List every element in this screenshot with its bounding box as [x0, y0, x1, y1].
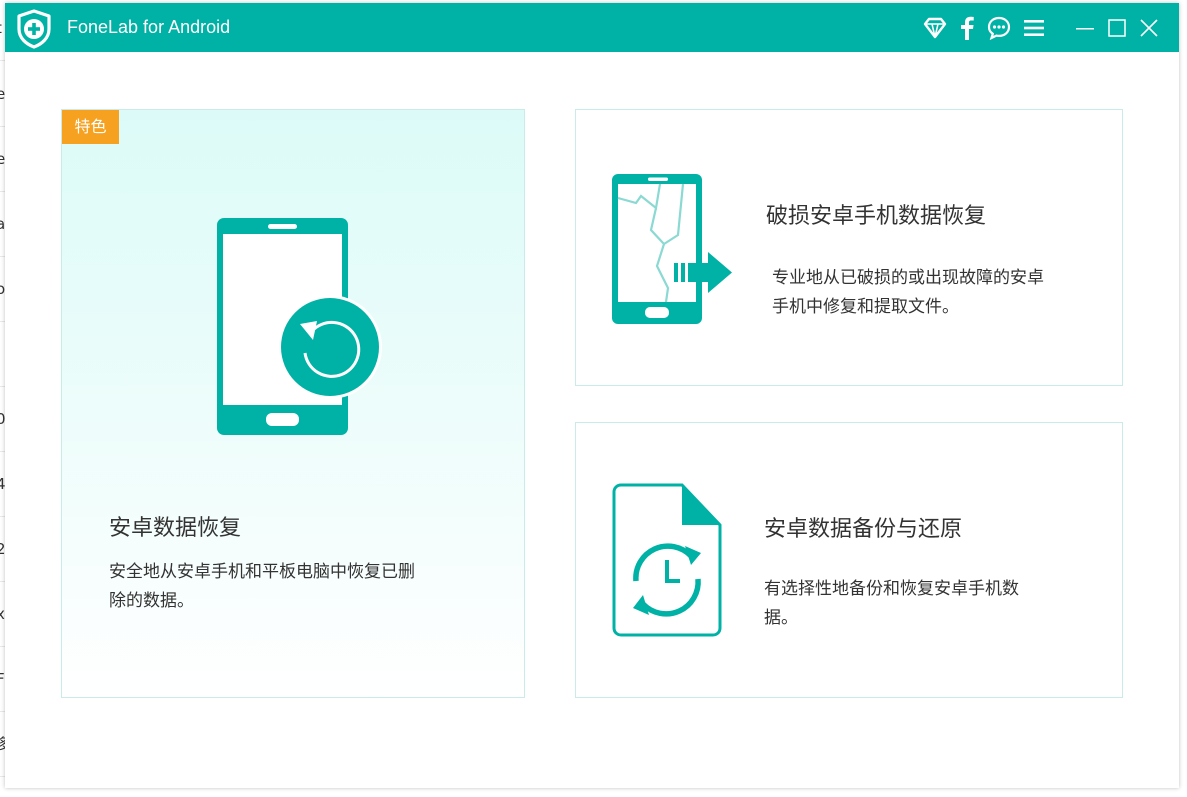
chat-icon[interactable]: [987, 16, 1011, 40]
card-title: 破损安卓手机数据恢复: [766, 204, 987, 229]
card-description-line: 除的数据。: [109, 591, 194, 611]
card-description-line: 专业地从已破损的或出现故障的安卓: [772, 268, 1044, 288]
card-description: 专业地从已破损的或出现故障的安卓 手机中修复和提取文件。: [772, 264, 1044, 322]
facebook-icon[interactable]: [955, 16, 979, 40]
minimize-icon[interactable]: [1073, 16, 1097, 40]
fonelab-logo-icon: [17, 9, 51, 49]
phone-restore-icon: [217, 218, 382, 435]
card-description-line: 据。: [764, 608, 798, 628]
app-title: FoneLab for Android: [67, 17, 231, 37]
close-icon[interactable]: [1137, 16, 1161, 40]
title-bar[interactable]: FoneLab for Android: [5, 3, 1179, 52]
maximize-icon[interactable]: [1105, 16, 1129, 40]
diamond-icon[interactable]: [923, 16, 947, 40]
app-window: FoneLab for Android 特色 安卓数据恢复 安全地从安卓手机和平…: [5, 3, 1179, 788]
card-description: 安全地从安卓手机和平板电脑中恢复已删 除的数据。: [109, 558, 415, 616]
broken-android-recovery-card[interactable]: 破损安卓手机数据恢复 专业地从已破损的或出现故障的安卓 手机中修复和提取文件。: [575, 109, 1123, 386]
card-description-line: 手机中修复和提取文件。: [772, 297, 959, 317]
broken-phone-icon: [612, 174, 732, 324]
android-backup-restore-card[interactable]: 安卓数据备份与还原 有选择性地备份和恢复安卓手机数 据。: [575, 422, 1123, 698]
card-title: 安卓数据恢复: [109, 516, 242, 541]
backup-restore-file-icon: [612, 483, 722, 637]
card-title: 安卓数据备份与还原: [764, 517, 963, 542]
card-description: 有选择性地备份和恢复安卓手机数 据。: [764, 575, 1019, 633]
featured-badge: 特色: [62, 110, 119, 144]
card-description-line: 安全地从安卓手机和平板电脑中恢复已删: [109, 562, 415, 582]
card-description-line: 有选择性地备份和恢复安卓手机数: [764, 579, 1019, 599]
menu-icon[interactable]: [1022, 16, 1046, 40]
android-data-recovery-card[interactable]: 特色 安卓数据恢复 安全地从安卓手机和平板电脑中恢复已删 除的数据。: [61, 109, 525, 698]
